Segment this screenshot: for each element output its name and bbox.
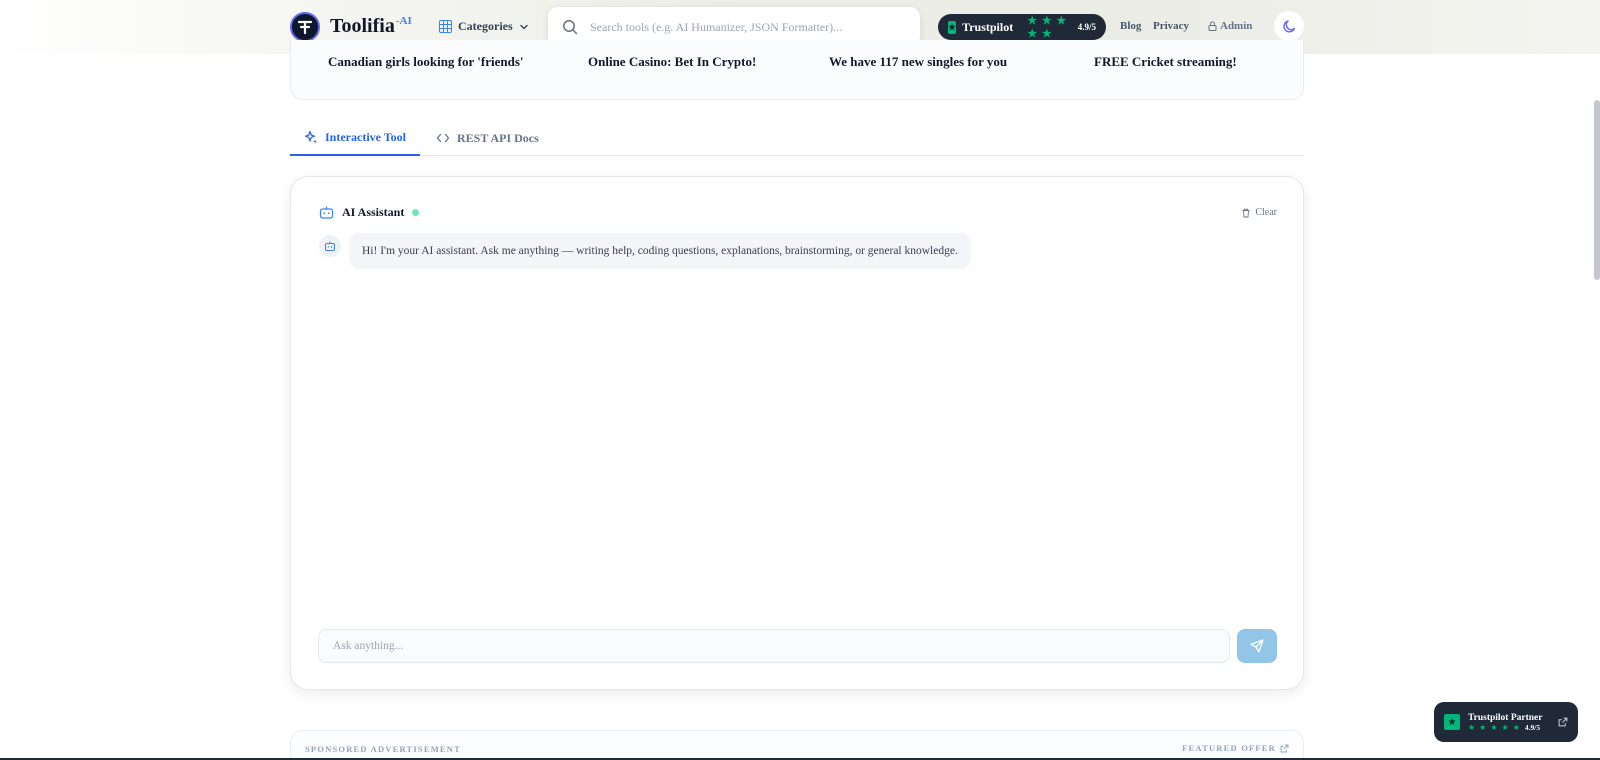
trustpilot-star-icon: ★ [1444, 714, 1460, 730]
search-input[interactable] [590, 19, 890, 35]
chevron-down-icon [519, 24, 528, 29]
partner-score: 4.9/5 [1524, 722, 1541, 732]
trustpilot-score: 4.9/5 [1077, 22, 1096, 32]
categories-button[interactable]: Categories [439, 19, 529, 34]
featured-offer-label: FEATURED OFFER [1182, 743, 1276, 753]
grid-icon [439, 20, 452, 33]
assistant-message-bubble: Hi! I'm your AI assistant. Ask me anythi… [349, 233, 971, 269]
send-message-button[interactable] [1237, 629, 1277, 663]
tab-interactive-label: Interactive Tool [325, 129, 406, 144]
external-link-icon [1558, 717, 1568, 727]
nav-blog-link[interactable]: Blog [1120, 20, 1141, 32]
trustpilot-partner-card[interactable]: ★ Trustpilot Partner ★ ★ ★ ★ ★ 4.9/5 [1434, 702, 1578, 742]
lock-icon [1208, 21, 1217, 31]
tab-interactive-tool[interactable]: Interactive Tool [290, 120, 420, 156]
trash-icon [1242, 208, 1250, 217]
page-scrollbar-thumb[interactable] [1594, 100, 1600, 280]
theme-toggle-button[interactable] [1274, 11, 1304, 41]
sponsored-advertisement-banner: SPONSORED ADVERTISEMENT FEATURED OFFER [290, 730, 1304, 760]
bot-avatar [319, 235, 341, 257]
logo-name: Toolifia [330, 15, 395, 37]
trustpilot-badge[interactable]: ★ Trustpilot ★ ★ ★ ★ ★ 4.9/5 [938, 14, 1106, 40]
sparkle-icon [304, 130, 317, 144]
external-link-icon [1280, 744, 1289, 752]
ad-link[interactable]: Canadian girls looking for 'friends' [328, 54, 524, 70]
partner-rating: ★ ★ ★ ★ ★ 4.9/5 [1468, 723, 1550, 732]
sponsored-label: SPONSORED ADVERTISEMENT [305, 744, 462, 754]
partner-stars: ★ ★ ★ ★ ★ [1468, 722, 1521, 732]
code-icon [436, 133, 450, 143]
bot-icon [319, 206, 334, 219]
clear-label: Clear [1255, 207, 1277, 218]
chat-title: AI Assistant [342, 205, 405, 219]
nav-admin-label: Admin [1220, 20, 1253, 32]
chat-header: AI Assistant [319, 205, 420, 220]
search-icon [563, 20, 578, 35]
logo-suffix: -AI [395, 15, 412, 28]
categories-label: Categories [458, 19, 513, 33]
sponsored-links-strip: Canadian girls looking for 'friends' Onl… [290, 40, 1304, 100]
logo-glyph-icon [297, 20, 313, 35]
logo-wordmark[interactable]: Toolifia-AI [330, 15, 412, 38]
online-status-dot [412, 209, 420, 216]
ad-link[interactable]: FREE Cricket streaming! [1094, 54, 1237, 70]
partner-title: Trustpilot Partner [1468, 712, 1543, 723]
chat-message-input[interactable] [318, 629, 1230, 663]
moon-icon [1282, 19, 1295, 32]
assistant-message-text: Hi! I'm your AI assistant. Ask me anythi… [362, 245, 958, 257]
tool-tabs: Interactive Tool REST API Docs [290, 120, 1304, 156]
trustpilot-stars: ★ ★ ★ ★ ★ [1027, 15, 1068, 40]
featured-offer-link[interactable]: FEATURED OFFER [1182, 743, 1289, 753]
ad-link[interactable]: Online Casino: Bet In Crypto! [588, 54, 756, 70]
partner-text: Trustpilot Partner ★ ★ ★ ★ ★ 4.9/5 [1468, 713, 1550, 732]
bot-icon [325, 241, 335, 251]
logo-mark-icon[interactable] [290, 12, 320, 42]
trustpilot-label: Trustpilot [962, 19, 1014, 34]
nav-admin-link[interactable]: Admin [1208, 20, 1252, 32]
ad-link[interactable]: We have 117 new singles for you [829, 54, 1007, 70]
send-icon [1250, 639, 1264, 653]
tab-api-docs-label: REST API Docs [457, 130, 539, 145]
chat-panel: AI Assistant Clear Hi! I'm your AI assis… [290, 176, 1304, 690]
trustpilot-star-icon: ★ [948, 20, 957, 34]
clear-chat-button[interactable]: Clear [1241, 207, 1277, 218]
tab-rest-api-docs[interactable]: REST API Docs [422, 120, 553, 156]
nav-privacy-link[interactable]: Privacy [1153, 20, 1189, 32]
